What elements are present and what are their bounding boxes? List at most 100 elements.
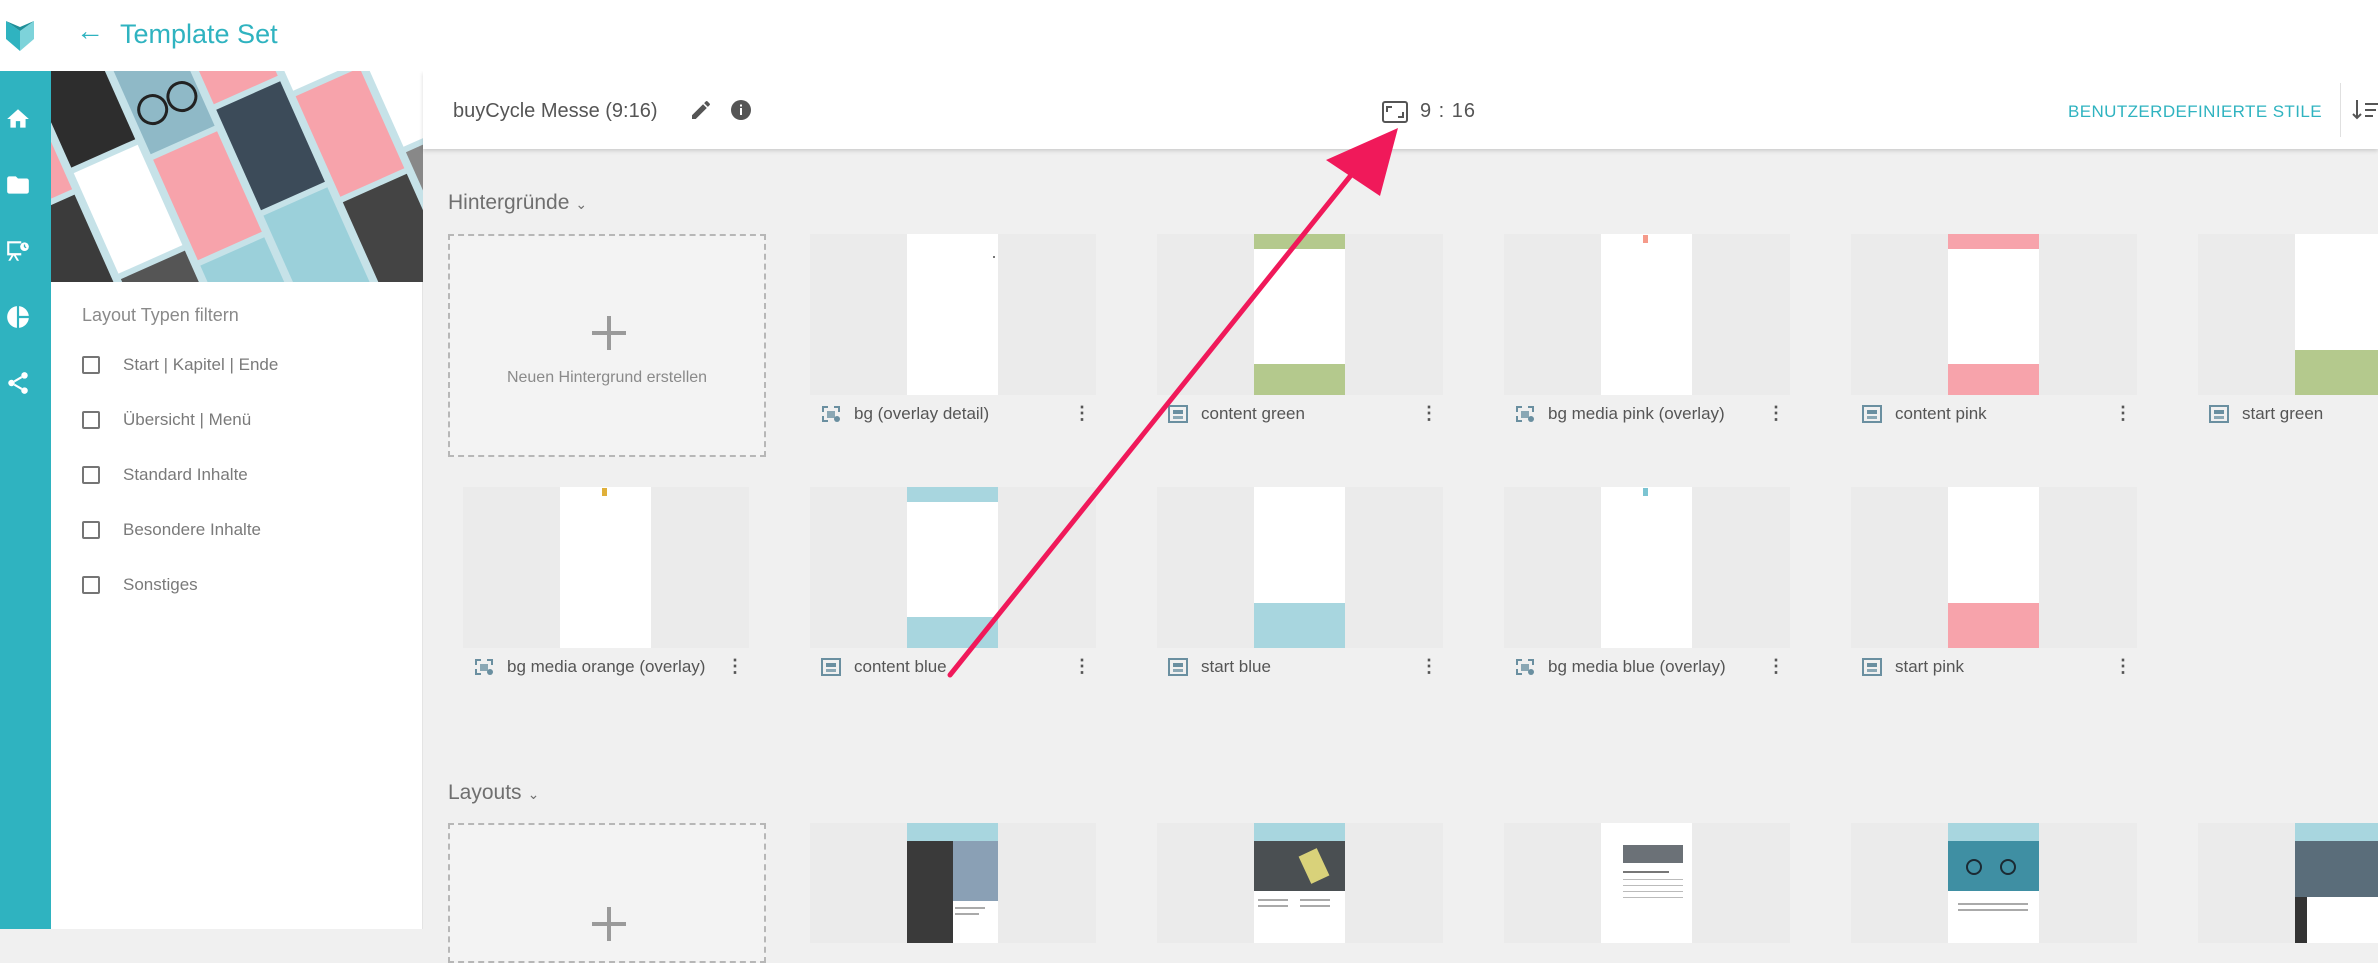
filter-option-start[interactable]: Start | Kapitel | Ende xyxy=(82,350,278,380)
aspect-ratio-icon xyxy=(1382,101,1408,123)
filter-option-standard[interactable]: Standard Inhalte xyxy=(82,460,248,490)
section-backgrounds-toggle[interactable]: Hintergründe ⌄ xyxy=(448,191,587,215)
app-header: ← Template Set xyxy=(0,0,2378,71)
presentation-icon[interactable] xyxy=(5,238,31,264)
filter-label: Start | Kapitel | Ende xyxy=(123,355,279,374)
background-card[interactable]: bg (overlay detail) ⋮ xyxy=(810,234,1096,424)
background-card[interactable]: start green xyxy=(2198,234,2378,424)
layout-card[interactable] xyxy=(1157,823,1443,943)
overlay-icon xyxy=(1516,406,1534,422)
plus-icon xyxy=(592,907,626,941)
filter-checkbox[interactable] xyxy=(82,356,100,374)
more-options-icon[interactable]: ⋮ xyxy=(1073,655,1091,677)
more-options-icon[interactable]: ⋮ xyxy=(2114,655,2132,677)
section-backgrounds-label: Hintergründe xyxy=(448,191,570,214)
nav-rail xyxy=(0,71,51,929)
info-icon[interactable] xyxy=(729,98,753,122)
layout-thumbnail xyxy=(2295,823,2378,943)
chevron-down-icon: ⌄ xyxy=(575,196,588,212)
filter-checkbox[interactable] xyxy=(82,521,100,539)
layout-thumbnail xyxy=(907,823,998,943)
background-name: content pink xyxy=(1895,404,1987,423)
filter-label: Besondere Inhalte xyxy=(123,520,261,539)
layout-card[interactable] xyxy=(810,823,1096,943)
background-card[interactable]: content pink ⋮ xyxy=(1851,234,2137,424)
layout-card[interactable] xyxy=(1851,823,2137,943)
filter-checkbox[interactable] xyxy=(82,466,100,484)
background-name: bg (overlay detail) xyxy=(854,404,990,423)
template-set-toolbar: buyCycle Messe (9:16) 9 : 16 BENUTZERDEF… xyxy=(423,71,2378,149)
background-name: start pink xyxy=(1895,657,1964,676)
overlay-icon xyxy=(475,659,493,675)
background-card[interactable]: bg media orange (overlay) ⋮ xyxy=(463,487,749,677)
filter-label: Sonstiges xyxy=(123,575,198,594)
layout-thumbnail xyxy=(1601,823,1692,943)
chevron-down-icon: ⌄ xyxy=(527,786,540,802)
more-options-icon[interactable]: ⋮ xyxy=(1073,402,1091,424)
filter-checkbox[interactable] xyxy=(82,411,100,429)
background-card[interactable]: bg media blue (overlay) ⋮ xyxy=(1504,487,1790,677)
new-background-button[interactable]: Neuen Hintergrund erstellen xyxy=(448,234,766,457)
more-options-icon[interactable]: ⋮ xyxy=(726,655,744,677)
template-set-panel: Layout Typen filtern Start | Kapitel | E… xyxy=(51,71,423,929)
background-thumbnail xyxy=(1851,487,2137,648)
background-name: bg media pink (overlay) xyxy=(1548,404,1725,423)
layout-icon xyxy=(1168,405,1188,423)
background-thumbnail xyxy=(1504,487,1790,648)
filter-title: Layout Typen filtern xyxy=(82,305,239,325)
layout-icon xyxy=(1168,658,1188,676)
more-options-icon[interactable]: ⋮ xyxy=(1767,655,1785,677)
edit-pencil-icon[interactable] xyxy=(689,98,713,122)
background-card[interactable]: content green ⋮ xyxy=(1157,234,1443,424)
template-set-name: buyCycle Messe (9:16) xyxy=(453,100,658,122)
more-options-icon[interactable]: ⋮ xyxy=(1420,655,1438,677)
app-logo[interactable] xyxy=(4,17,36,53)
layout-card[interactable] xyxy=(2198,823,2378,943)
toolbar-divider xyxy=(2340,83,2341,137)
section-layouts-label: Layouts xyxy=(448,781,522,804)
more-options-icon[interactable]: ⋮ xyxy=(1767,402,1785,424)
aspect-ratio-value: 9 : 16 xyxy=(1420,100,1477,122)
custom-styles-button[interactable]: BENUTZERDEFINIERTE STILE xyxy=(2068,102,2322,122)
background-name: start blue xyxy=(1201,657,1271,676)
background-card[interactable]: start pink ⋮ xyxy=(1851,487,2137,677)
overlay-icon xyxy=(1516,659,1534,675)
layout-card[interactable] xyxy=(1504,823,1790,943)
background-name: bg media blue (overlay) xyxy=(1548,657,1726,676)
background-card[interactable]: start blue ⋮ xyxy=(1157,487,1443,677)
new-background-label: Neuen Hintergrund erstellen xyxy=(506,369,708,386)
share-icon[interactable] xyxy=(5,370,31,396)
background-thumbnail xyxy=(1157,234,1443,395)
background-name: start green xyxy=(2242,404,2324,423)
page-title: Template Set xyxy=(120,19,278,49)
background-thumbnail xyxy=(810,234,1096,395)
plus-icon xyxy=(592,316,626,350)
background-name: content blue xyxy=(854,657,947,676)
background-thumbnail xyxy=(2198,234,2378,395)
sort-icon[interactable] xyxy=(2351,96,2378,124)
background-card[interactable]: content blue ⋮ xyxy=(810,487,1096,677)
template-set-preview-image xyxy=(51,71,423,282)
overlay-icon xyxy=(822,406,840,422)
back-arrow-icon[interactable]: ← xyxy=(76,16,106,46)
background-card[interactable]: bg media pink (overlay) ⋮ xyxy=(1504,234,1790,424)
layout-icon xyxy=(2209,405,2229,423)
pie-chart-icon[interactable] xyxy=(5,304,31,330)
more-options-icon[interactable]: ⋮ xyxy=(2114,402,2132,424)
layout-thumbnail xyxy=(1948,823,2039,943)
background-name: bg media orange (overlay) xyxy=(507,657,706,676)
filter-label: Übersicht | Menü xyxy=(123,410,252,429)
filter-label: Standard Inhalte xyxy=(123,465,248,484)
more-options-icon[interactable]: ⋮ xyxy=(1420,402,1438,424)
folder-icon[interactable] xyxy=(5,172,31,198)
filter-option-overview[interactable]: Übersicht | Menü xyxy=(82,405,251,435)
section-layouts-toggle[interactable]: Layouts ⌄ xyxy=(448,781,539,805)
new-layout-button[interactable] xyxy=(448,823,766,963)
home-icon[interactable] xyxy=(5,106,31,132)
layout-icon xyxy=(1862,405,1882,423)
filter-checkbox[interactable] xyxy=(82,576,100,594)
filter-option-special[interactable]: Besondere Inhalte xyxy=(82,515,261,545)
layout-thumbnail xyxy=(1254,823,1345,943)
filter-option-other[interactable]: Sonstiges xyxy=(82,570,198,600)
background-name: content green xyxy=(1201,404,1305,423)
